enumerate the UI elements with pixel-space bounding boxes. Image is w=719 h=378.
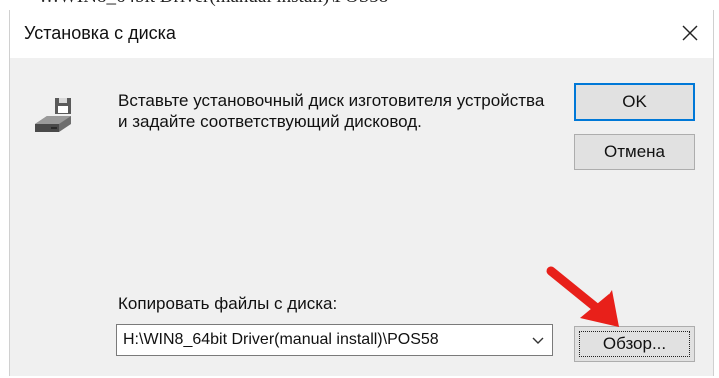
floppy-drive-icon — [35, 98, 71, 132]
ok-button[interactable]: OK — [574, 83, 695, 121]
title-bar: Установка с диска — [10, 10, 713, 58]
dialog-title: Установка с диска — [24, 23, 176, 43]
dialog-body: Вставьте установочный диск изготовителя … — [10, 58, 713, 376]
chevron-down-icon — [532, 337, 544, 344]
path-combobox-value: H:\WIN8_64bit Driver(manual install)\POS… — [123, 331, 439, 348]
close-icon — [682, 25, 698, 41]
close-button[interactable] — [667, 10, 713, 56]
copy-from-label: Копировать файлы с диска: — [118, 294, 338, 313]
combobox-dropdown-button[interactable] — [524, 325, 552, 355]
path-combobox[interactable]: H:\WIN8_64bit Driver(manual install)\POS… — [116, 324, 553, 356]
browse-button[interactable]: Обзор... — [574, 326, 695, 362]
screenshot-frame: …WIN8_64bit Driver(manual install)\POS58… — [0, 0, 719, 378]
background-page-text: …WIN8_64bit Driver(manual install)\POS58 — [40, 0, 388, 8]
install-from-disk-dialog: Установка с диска Вставьте установочный … — [9, 10, 714, 376]
background-page-strip: …WIN8_64bit Driver(manual install)\POS58 — [0, 0, 719, 10]
focus-ring — [579, 331, 690, 357]
cancel-button[interactable]: Отмена — [574, 134, 695, 170]
instruction-text: Вставьте установочный диск изготовителя … — [118, 91, 545, 131]
